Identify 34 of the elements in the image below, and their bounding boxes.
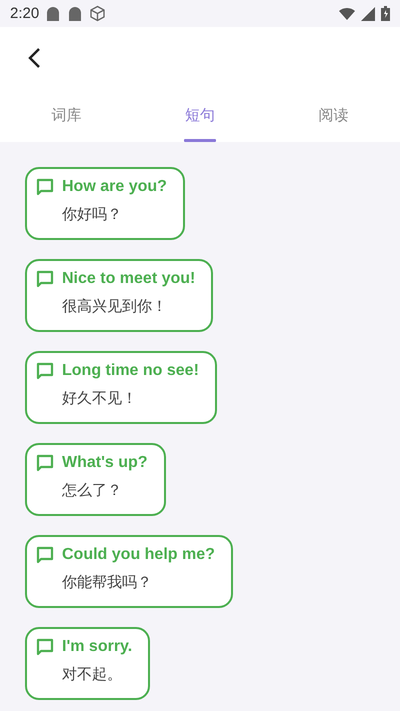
tab[interactable]: 词库 <box>0 89 134 142</box>
tab[interactable]: 短句 <box>133 89 267 142</box>
cube-icon <box>89 5 106 22</box>
english-phrase: What's up? <box>62 454 148 472</box>
notification-icon <box>67 6 84 22</box>
status-time: 2:20 <box>10 5 40 22</box>
english-phrase: How are you? <box>62 178 167 196</box>
notification-icon <box>45 6 62 22</box>
chat-icon <box>35 637 55 657</box>
chinese-translation: 对不起。 <box>61 665 123 684</box>
english-phrase: I'm sorry. <box>62 638 132 656</box>
signal-icon <box>361 6 375 20</box>
phrase-card[interactable]: Could you help me? 你能帮我吗？ <box>25 535 233 608</box>
chinese-translation: 很高兴见到你！ <box>61 297 168 316</box>
battery-icon <box>381 6 390 21</box>
chat-icon <box>35 361 55 381</box>
phrase-card[interactable]: How are you? 你好吗？ <box>25 167 185 240</box>
chinese-translation: 你好吗？ <box>61 205 123 224</box>
wifi-icon <box>339 6 355 20</box>
chinese-translation: 你能帮我吗？ <box>61 573 153 592</box>
chinese-translation: 好久不见！ <box>61 389 138 408</box>
english-phrase: Nice to meet you! <box>62 270 196 288</box>
chat-icon <box>35 177 55 197</box>
english-phrase: Long time no see! <box>62 362 199 380</box>
chat-icon <box>35 545 55 565</box>
tab[interactable]: 阅读 <box>266 89 400 142</box>
phrase-card[interactable]: What's up? 怎么了？ <box>25 443 166 516</box>
chat-icon <box>35 453 55 473</box>
phrase-card[interactable]: I'm sorry. 对不起。 <box>25 627 150 700</box>
chinese-translation: 怎么了？ <box>61 481 123 500</box>
phrase-card[interactable]: Long time no see! 好久不见！ <box>25 351 217 424</box>
phrase-card[interactable]: Nice to meet you! 很高兴见到你！ <box>25 259 214 332</box>
english-phrase: Could you help me? <box>62 546 215 564</box>
chat-icon <box>35 269 55 289</box>
